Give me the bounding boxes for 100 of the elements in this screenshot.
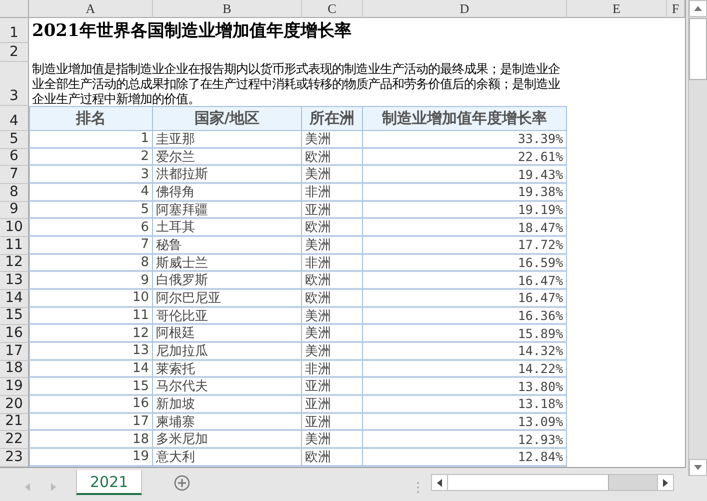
- description-text: 制造业增加值是指制造业企业在报告期内以货币形式表现的制造业生产活动的最终成果；是制造业企业全部生产活动的总成果扣除了在生产过程中消耗或转移的物质产品和劳务价值后的余额；是制造业企业生产过程中新增加的价值。: [31, 62, 561, 106]
- row-header[interactable]: 23: [0, 449, 29, 467]
- table-cell: 洪都拉斯: [153, 166, 302, 184]
- table-cell: 16: [29, 396, 153, 414]
- table-cell: 12: [29, 325, 153, 344]
- table-cell: 15.89%: [363, 325, 567, 344]
- down-arrow-icon: [694, 465, 702, 470]
- table-cell: 14: [29, 360, 153, 378]
- table-cell: 亚洲: [302, 202, 363, 220]
- table-cell: 美洲: [302, 237, 363, 255]
- table-cell: 新加坡: [153, 396, 302, 414]
- row-header[interactable]: 10: [0, 219, 29, 238]
- table-cell: 12.93%: [363, 431, 567, 450]
- table-cell: 尼加拉瓜: [153, 343, 302, 361]
- table-cell: 7: [29, 237, 153, 255]
- row-header[interactable]: 18: [0, 360, 29, 378]
- table-cell: 1: [29, 131, 153, 149]
- row-header[interactable]: 9: [0, 202, 29, 220]
- row-header[interactable]: 1: [0, 18, 29, 43]
- table-cell: 美洲: [302, 308, 363, 326]
- row-header[interactable]: 8: [0, 184, 29, 202]
- table-cell: 9: [29, 272, 153, 290]
- table-cell: 美洲: [302, 343, 363, 361]
- table-cell: 3: [29, 166, 153, 184]
- table-cell: 白俄罗斯: [153, 272, 302, 290]
- table-cell: 美洲: [302, 166, 363, 184]
- table-cell: 哥伦比亚: [153, 308, 302, 326]
- table-cell: 10: [29, 290, 153, 308]
- table-cell: 马尔代夫: [153, 378, 302, 396]
- table-cell: 5: [29, 202, 153, 220]
- column-header[interactable]: D: [363, 0, 567, 18]
- table-cell: 意大利: [153, 449, 302, 467]
- table-cell: 亚洲: [302, 414, 363, 432]
- table-cell: 斯威士兰: [153, 254, 302, 272]
- row-header[interactable]: 5: [0, 131, 29, 149]
- splitter-handle-icon[interactable]: [417, 482, 420, 493]
- column-header[interactable]: E: [567, 0, 667, 18]
- table-cell: 阿尔巴尼亚: [153, 290, 302, 308]
- row-header[interactable]: 19: [0, 378, 29, 396]
- table-cell: 莱索托: [153, 360, 302, 378]
- row-header[interactable]: 11: [0, 237, 29, 255]
- table-cell: 19.19%: [363, 202, 567, 220]
- row-header[interactable]: 4: [0, 106, 29, 131]
- scroll-up-button[interactable]: [689, 0, 707, 17]
- table-cell: 16.47%: [363, 272, 567, 290]
- table-cell: 非洲: [302, 360, 363, 378]
- table-cell: 亚洲: [302, 396, 363, 414]
- table-cell: 柬埔寨: [153, 414, 302, 432]
- column-header[interactable]: B: [153, 0, 302, 18]
- table-cell: 14.32%: [363, 343, 567, 361]
- next-sheet-icon[interactable]: [51, 483, 56, 491]
- scrollbar-thumb[interactable]: [689, 18, 707, 80]
- table-cell: 14.22%: [363, 360, 567, 378]
- row-header[interactable]: 14: [0, 290, 29, 308]
- scroll-left-button[interactable]: [432, 475, 448, 490]
- scrollbar-thumb[interactable]: [448, 475, 610, 490]
- scroll-down-button[interactable]: [689, 459, 707, 476]
- table-cell: 欧洲: [302, 148, 363, 166]
- column-header[interactable]: A: [29, 0, 153, 18]
- scroll-right-button[interactable]: [657, 475, 674, 490]
- table-cell: 土耳其: [153, 219, 302, 238]
- vertical-scrollbar[interactable]: [688, 0, 707, 476]
- row-header[interactable]: 15: [0, 308, 29, 326]
- table-cell: 秘鲁: [153, 237, 302, 255]
- add-sheet-icon[interactable]: [174, 475, 190, 491]
- table-cell: 非洲: [302, 184, 363, 202]
- table-cell: 2: [29, 148, 153, 166]
- row-header[interactable]: 22: [0, 431, 29, 450]
- row-header[interactable]: 21: [0, 414, 29, 432]
- horizontal-scrollbar[interactable]: [431, 474, 674, 491]
- table-cell: 阿塞拜疆: [153, 202, 302, 220]
- row-header[interactable]: 3: [0, 62, 29, 106]
- row-header[interactable]: 20: [0, 396, 29, 414]
- row-header[interactable]: 17: [0, 343, 29, 361]
- table-cell: 欧洲: [302, 449, 363, 467]
- row-header[interactable]: 6: [0, 148, 29, 166]
- table-cell: 16.47%: [363, 290, 567, 308]
- row-header[interactable]: 16: [0, 325, 29, 344]
- table-cell: 多米尼加: [153, 431, 302, 450]
- table-cell: 16.59%: [363, 254, 567, 272]
- sheet-tab[interactable]: 2021: [76, 470, 142, 495]
- column-header[interactable]: F: [667, 0, 685, 18]
- table-cell: 亚洲: [302, 378, 363, 396]
- row-header[interactable]: 13: [0, 272, 29, 290]
- table-cell: 19: [29, 449, 153, 467]
- table-header-cell: 排名: [29, 106, 153, 131]
- select-all-button[interactable]: [0, 0, 29, 18]
- sheet-title: 2021年世界各国制造业增加值年度增长率: [31, 20, 352, 43]
- table-cell: 22.61%: [363, 148, 567, 166]
- row-header[interactable]: 12: [0, 254, 29, 272]
- row-header[interactable]: 2: [0, 43, 29, 62]
- table-cell: 18: [29, 431, 153, 450]
- table-header-cell: 所在洲: [302, 106, 363, 131]
- table-cell: 15: [29, 378, 153, 396]
- table-cell: 13: [29, 343, 153, 361]
- table-cell: 17.72%: [363, 237, 567, 255]
- row-header[interactable]: 7: [0, 166, 29, 184]
- previous-sheet-icon[interactable]: [25, 483, 30, 491]
- column-header[interactable]: C: [302, 0, 363, 18]
- table-cell: 4: [29, 184, 153, 202]
